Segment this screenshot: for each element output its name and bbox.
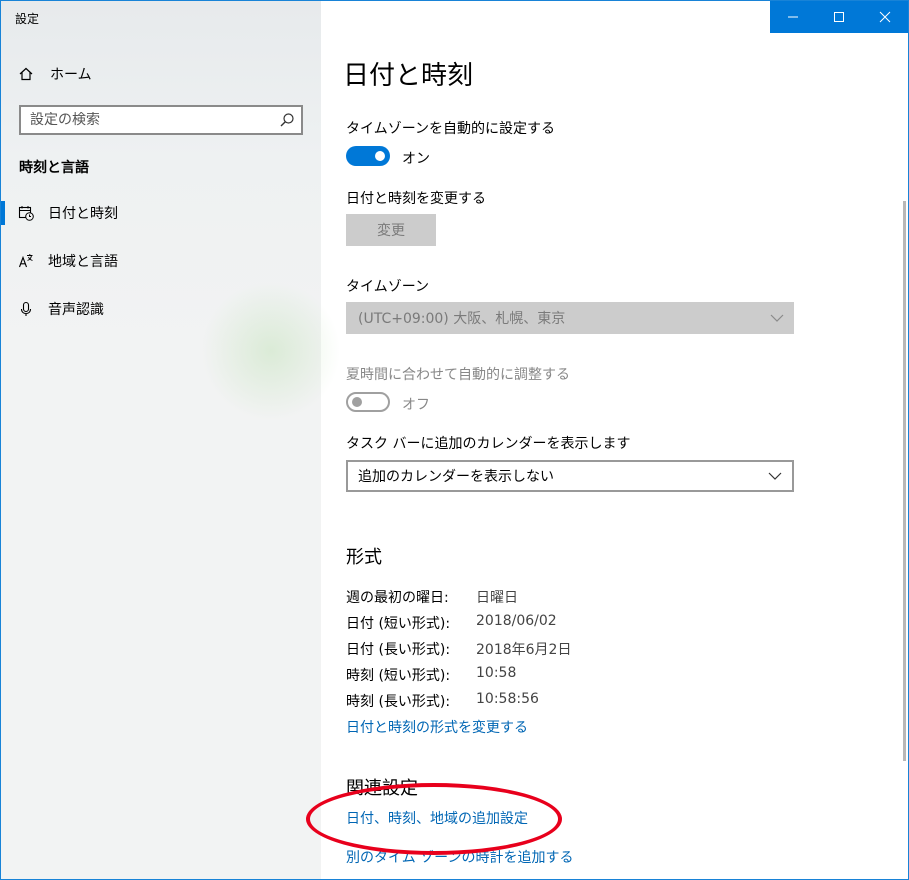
format-key: 日付 (長い形式): (346, 642, 451, 658)
page-title: 日付と時刻 (343, 61, 474, 91)
format-value: 2018年6月2日 (476, 642, 572, 658)
auto-timezone-state: オン (402, 151, 430, 167)
dst-label: 夏時間に合わせて自動的に調整する (346, 367, 570, 383)
auto-timezone-label: タイムゾーンを自動的に設定する (346, 121, 556, 137)
chevron-down-icon (768, 472, 782, 480)
calendar-dropdown[interactable]: 追加のカレンダーを表示しない (346, 460, 794, 492)
toggle-knob (352, 397, 362, 407)
format-value: 日曜日 (476, 590, 518, 606)
sidebar-item-label: 日付と時刻 (48, 206, 118, 222)
calendar-label: タスク バーに追加のカレンダーを表示します (346, 436, 631, 452)
home-icon (19, 67, 33, 81)
format-key: 時刻 (長い形式): (346, 694, 451, 710)
dst-toggle[interactable] (346, 392, 390, 412)
scrollbar[interactable] (903, 201, 906, 761)
language-icon (18, 254, 33, 268)
format-key: 週の最初の曜日: (346, 590, 449, 606)
add-clock-link[interactable]: 別のタイム ゾーンの時計を追加する (346, 847, 573, 867)
sidebar-item-region-language[interactable]: 地域と言語 (1, 243, 321, 279)
format-heading: 形式 (346, 547, 382, 568)
format-value: 10:58:56 (476, 691, 539, 707)
timezone-dropdown[interactable]: (UTC+09:00) 大阪、札幌、東京 (346, 302, 794, 334)
timezone-label: タイムゾーン (346, 279, 430, 295)
format-value: 2018/06/02 (476, 613, 557, 629)
sidebar: 設定 ホーム 時刻と言語 日付と時刻 (1, 1, 341, 879)
sidebar-item-label: 地域と言語 (48, 254, 118, 270)
sidebar-item-speech[interactable]: 音声認識 (1, 291, 321, 327)
format-key: 時刻 (短い形式): (346, 668, 451, 684)
sidebar-item-date-time[interactable]: 日付と時刻 (1, 195, 321, 231)
chevron-down-icon (770, 314, 784, 322)
nav-home[interactable]: ホーム (18, 61, 92, 87)
calendar-value: 追加のカレンダーを表示しない (358, 469, 554, 485)
section-heading: 時刻と言語 (19, 160, 89, 176)
search-box[interactable] (19, 105, 303, 135)
auto-timezone-toggle[interactable] (346, 146, 390, 166)
toggle-knob (375, 151, 385, 161)
settings-window: 設定 ホーム 時刻と言語 日付と時刻 (0, 0, 909, 880)
calendar-clock-icon (18, 206, 34, 221)
sidebar-item-label: 音声認識 (48, 302, 104, 318)
additional-settings-link[interactable]: 日付、時刻、地域の追加設定 (346, 808, 528, 828)
nav-home-label: ホーム (50, 67, 92, 83)
timezone-value: (UTC+09:00) 大阪、札幌、東京 (358, 311, 566, 327)
format-value: 10:58 (476, 665, 517, 681)
app-title: 設定 (15, 12, 40, 26)
change-button[interactable]: 変更 (346, 214, 436, 246)
change-datetime-label: 日付と時刻を変更する (346, 191, 486, 207)
search-input[interactable] (21, 112, 279, 128)
dst-state: オフ (402, 397, 430, 413)
search-icon[interactable] (279, 112, 295, 128)
microphone-icon (20, 301, 32, 316)
main-content: 日付と時刻 タイムゾーンを自動的に設定する オン 日付と時刻を変更する 変更 タ… (321, 1, 908, 879)
format-key: 日付 (短い形式): (346, 616, 451, 632)
related-settings-heading: 関連設定 (346, 778, 418, 799)
change-format-link[interactable]: 日付と時刻の形式を変更する (346, 717, 528, 737)
